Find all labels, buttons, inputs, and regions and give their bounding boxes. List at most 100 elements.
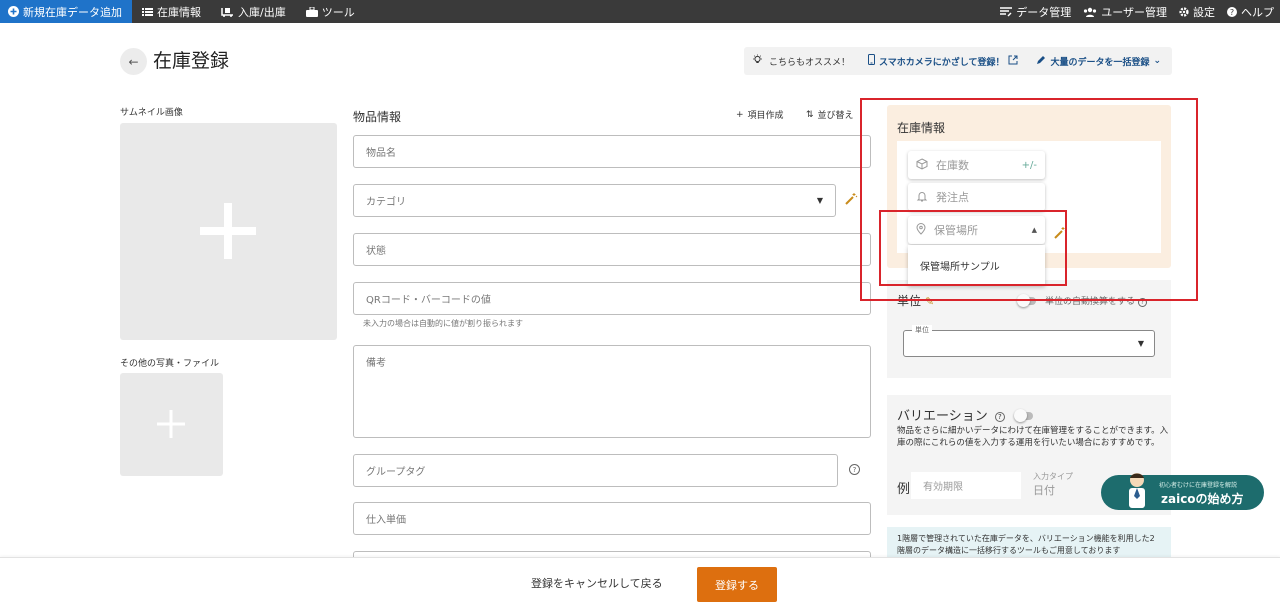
caret-down-icon: ▼ <box>816 196 823 205</box>
top-nav: 新規在庫データ追加 在庫情報 入庫/出庫 ツール データ管理 ユーザー管理 設定… <box>0 0 1280 23</box>
bell-icon <box>916 190 928 205</box>
nav-help[interactable]: ? ヘルプ <box>1221 0 1280 23</box>
chevron-down-icon: ⌄ <box>1153 56 1162 66</box>
dolly-icon <box>221 7 234 17</box>
plus-circle-icon <box>8 6 19 17</box>
category-select[interactable]: カテゴリ ▼ <box>353 184 836 217</box>
arrow-left-icon: ← <box>128 54 139 69</box>
nav-settings[interactable]: 設定 <box>1173 0 1221 23</box>
nav-user-management[interactable]: ユーザー管理 <box>1077 0 1173 23</box>
other-files-upload[interactable] <box>120 373 223 476</box>
toolbox-icon <box>305 6 318 17</box>
variation-toggle[interactable] <box>1014 409 1033 422</box>
category-placeholder: カテゴリ <box>366 197 406 208</box>
page-title: 在庫登録 <box>153 50 230 72</box>
plus-icon <box>157 410 185 438</box>
smartphone-icon <box>868 54 876 68</box>
plus-icon: + <box>736 109 744 120</box>
getting-started-main: zaicoの始め方 <box>1161 492 1244 506</box>
svg-text:?: ? <box>1230 8 1234 17</box>
stock-quantity-input[interactable]: 在庫数 +/- <box>908 151 1045 179</box>
list-icon <box>142 7 153 17</box>
sort-icon: ⇅ <box>806 109 814 120</box>
location-placeholder: 保管場所 <box>934 224 978 237</box>
submit-button[interactable]: 登録する <box>697 567 777 602</box>
users-icon <box>1083 7 1097 17</box>
lightbulb-icon <box>752 54 763 68</box>
code-placeholder: QRコード・バーコードの値 <box>366 295 491 306</box>
external-link-icon <box>1008 55 1018 68</box>
plus-icon <box>200 203 256 259</box>
nav-tools[interactable]: ツール <box>296 0 365 23</box>
cancel-button[interactable]: 登録をキャンセルして戻る <box>531 575 663 591</box>
nav-inout-label: 入庫/出庫 <box>238 5 286 19</box>
magic-wand-icon[interactable] <box>845 192 858 208</box>
group-tag-placeholder: グループタグ <box>366 467 426 478</box>
nav-tools-label: ツール <box>321 5 355 19</box>
item-info-title: 物品情報 <box>353 110 402 124</box>
plus-minus-icon[interactable]: +/- <box>1022 160 1037 171</box>
back-button[interactable]: ← <box>120 48 147 75</box>
example-field: 有効期限 <box>911 472 1021 499</box>
unit-select-legend: 単位 <box>912 325 932 335</box>
example-label: 例 <box>897 482 911 497</box>
state-input[interactable]: 状態 <box>353 233 871 266</box>
variation-description: 物品をさらに細かいデータにわけて在庫管理をすることができます。入庫の際にこれらの… <box>897 426 1169 448</box>
location-select[interactable]: 保管場所 ▲ <box>908 216 1045 244</box>
nav-help-label: ヘルプ <box>1241 5 1274 19</box>
promo-label: こちらもオススメ！ <box>769 57 851 68</box>
data-management-icon <box>1000 6 1013 17</box>
reorder-point-placeholder: 発注点 <box>936 191 969 204</box>
unit-auto-convert-label: 単位の自動換算をする ? <box>1045 294 1147 307</box>
thumbnail-upload[interactable] <box>120 123 337 340</box>
caret-up-icon: ▲ <box>1031 226 1037 234</box>
pencil-icon <box>1036 55 1046 68</box>
getting-started-sub: 初心者むけに在庫登録を解説 <box>1159 482 1238 489</box>
group-tag-input[interactable]: グループタグ <box>353 454 838 487</box>
caret-down-icon: ▼ <box>1137 339 1144 348</box>
help-icon[interactable]: ? <box>849 464 860 475</box>
location-option[interactable]: 保管場所サンプル <box>908 245 1045 285</box>
bulk-register-link[interactable]: 大量のデータを一括登録 ⌄ <box>1036 55 1161 68</box>
map-pin-icon <box>916 222 926 238</box>
stock-quantity-placeholder: 在庫数 <box>936 159 969 172</box>
unit-price-placeholder: 仕入単価 <box>366 515 406 526</box>
new-item-button[interactable]: 新規在庫データ追加 <box>0 0 132 23</box>
variation-title: バリエーション ? <box>897 405 1005 424</box>
camera-register-label: スマホカメラにかざして登録！ <box>879 57 1005 68</box>
camera-register-link[interactable]: スマホカメラにかざして登録！ <box>868 54 1018 68</box>
stock-info-title: 在庫情報 <box>897 121 946 135</box>
gear-icon <box>1179 6 1189 17</box>
help-icon[interactable]: ? <box>994 412 1005 422</box>
cube-icon <box>916 157 928 173</box>
location-magic-wand-icon[interactable] <box>1054 226 1067 242</box>
unit-auto-convert-text: 単位の自動換算をする <box>1045 297 1136 307</box>
nav-settings-label: 設定 <box>1193 5 1215 19</box>
unit-select[interactable]: 単位 ▼ <box>903 325 1155 357</box>
code-input[interactable]: QRコード・バーコードの値 <box>353 282 871 315</box>
reorder-button[interactable]: ⇅ 並び替え <box>806 108 854 122</box>
input-type-value: 日付 <box>1033 484 1055 497</box>
nav-inout[interactable]: 入庫/出庫 <box>211 0 296 23</box>
unit-auto-toggle[interactable] <box>1017 294 1036 307</box>
help-icon[interactable]: ? <box>1137 298 1147 307</box>
nav-data-management[interactable]: データ管理 <box>994 0 1077 23</box>
unit-price-input[interactable]: 仕入単価 <box>353 502 871 535</box>
unit-magic-wand-icon[interactable]: ✎ <box>925 295 934 308</box>
nav-inventory[interactable]: 在庫情報 <box>132 0 211 23</box>
question-circle-icon: ? <box>1227 6 1237 17</box>
other-files-label: その他の写真・ファイル <box>120 359 220 369</box>
new-item-label: 新規在庫データ追加 <box>23 5 122 19</box>
thumbnail-label: サムネイル画像 <box>120 108 183 118</box>
memo-textarea[interactable]: 備考 <box>353 345 871 438</box>
nav-user-management-label: ユーザー管理 <box>1101 5 1167 19</box>
add-field-button[interactable]: + 項目作成 <box>736 108 784 122</box>
memo-placeholder: 備考 <box>366 358 386 369</box>
code-hint: 未入力の場合は自動的に値が割り振られます <box>363 319 523 328</box>
variation-title-text: バリエーション <box>897 409 988 424</box>
item-name-input[interactable]: 物品名 <box>353 135 871 168</box>
reorder-point-input[interactable]: 発注点 <box>908 183 1045 211</box>
bulk-register-label: 大量のデータを一括登録 <box>1050 57 1150 68</box>
item-name-placeholder: 物品名 <box>366 148 396 159</box>
input-type-label: 入力タイプ <box>1033 472 1073 481</box>
